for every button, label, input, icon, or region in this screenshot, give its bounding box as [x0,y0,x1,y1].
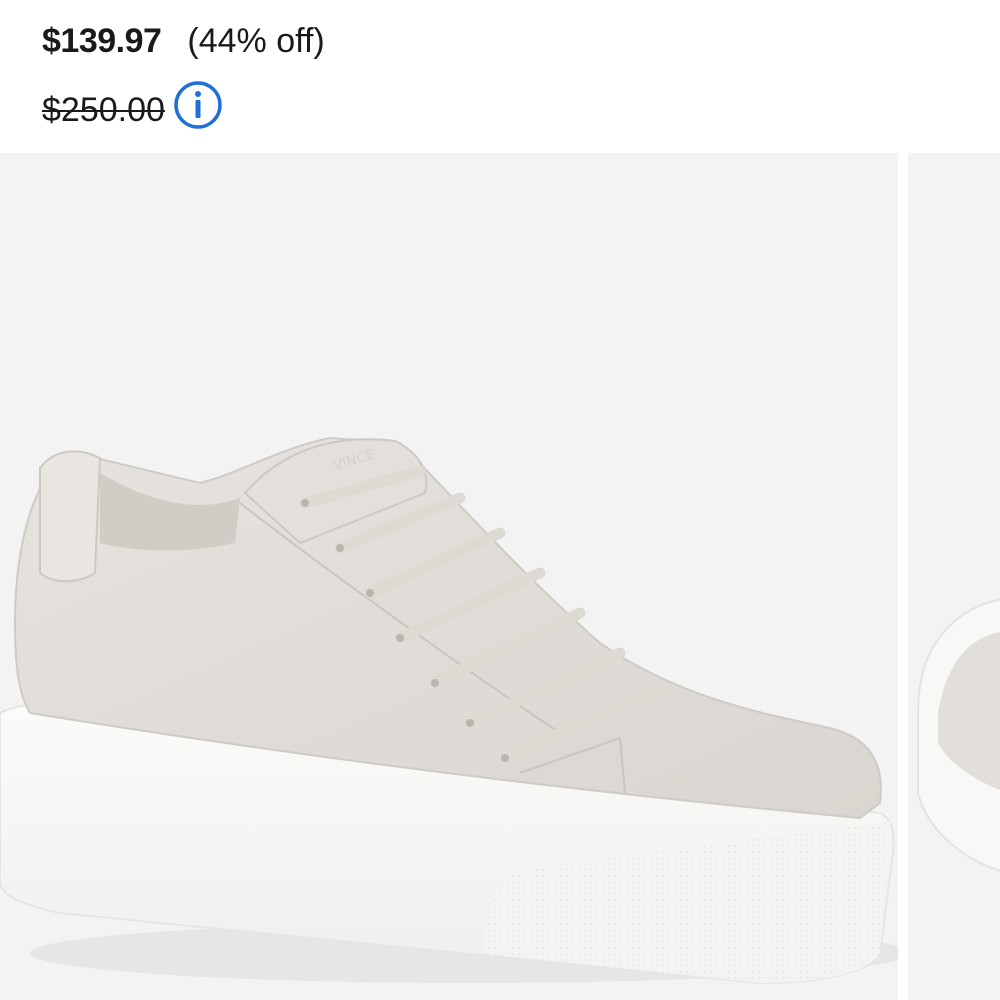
product-image-gallery[interactable]: VINCE [0,153,1000,1000]
original-price: $250.00 [42,90,165,129]
original-price-row: $250.00 [42,80,942,138]
info-icon[interactable] [173,80,223,130]
sneaker-image: VINCE [0,153,898,1000]
sale-price: $139.97 [42,22,162,60]
product-image-next[interactable] [908,153,1000,1000]
product-image-main[interactable]: VINCE [0,153,898,1000]
sneaker-image-partial [908,153,1000,1000]
discount-label: (44% off) [187,22,325,60]
price-row: $139.97 (44% off) [42,22,942,74]
price-block: $139.97 (44% off) $250.00 [42,22,942,138]
